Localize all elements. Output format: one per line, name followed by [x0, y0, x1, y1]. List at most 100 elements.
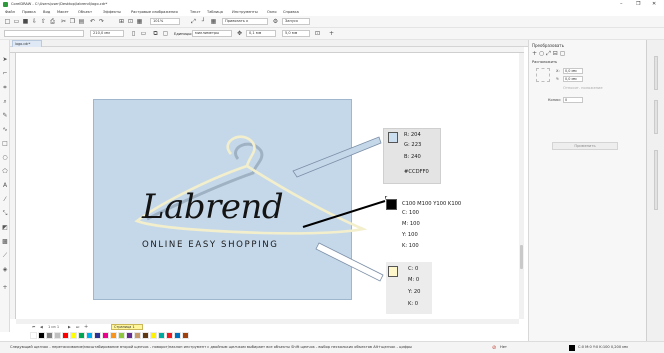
minimize-button[interactable]: – — [620, 1, 623, 7]
palette-swatch[interactable] — [54, 332, 61, 339]
interactive-fill-icon[interactable]: ◈ — [1, 266, 9, 274]
palette-swatch[interactable] — [78, 332, 85, 339]
palette-swatch[interactable] — [38, 332, 45, 339]
palette-swatch[interactable] — [126, 332, 133, 339]
close-button[interactable]: ✕ — [652, 1, 656, 7]
publish-pdf-icon[interactable]: ▦ — [136, 18, 143, 25]
duplicate-distance-x-field[interactable]: 5,0 мм — [282, 30, 310, 37]
nudge-distance-field[interactable]: 0,1 мм — [246, 30, 276, 37]
portrait-icon[interactable]: ▯ — [130, 30, 137, 37]
palette-swatch[interactable] — [134, 332, 141, 339]
options-icon[interactable]: ⚙ — [272, 18, 279, 25]
palette-swatch[interactable] — [166, 332, 173, 339]
menu-window[interactable]: Окно — [267, 10, 277, 14]
add-tool-icon[interactable]: + — [1, 284, 9, 292]
palette-swatch[interactable] — [46, 332, 53, 339]
import-file-icon[interactable]: ⊞ — [118, 18, 125, 25]
first-page-icon[interactable]: ⏮ — [32, 325, 35, 329]
polygon-tool-icon[interactable]: ⬠ — [1, 168, 9, 176]
export-icon[interactable]: ⇧ — [40, 18, 47, 25]
last-page-icon[interactable]: ⏭ — [76, 325, 79, 329]
page-width-field[interactable]: 210,0 мм — [90, 30, 124, 37]
freehand-tool-icon[interactable]: ✎ — [1, 112, 9, 120]
menu-file[interactable]: Файл — [5, 10, 15, 14]
palette-swatch[interactable] — [110, 332, 117, 339]
palette-swatch[interactable] — [30, 332, 37, 339]
units-dropdown[interactable]: миллиметры — [192, 30, 232, 37]
menu-tools[interactable]: Инструменты — [232, 10, 258, 14]
export-file-icon[interactable]: ⊡ — [127, 18, 134, 25]
redo-icon[interactable]: ↷ — [98, 18, 105, 25]
connector-tool-icon[interactable]: ⤡ — [1, 210, 9, 218]
add-icon[interactable]: + — [328, 30, 335, 37]
undo-icon[interactable]: ↶ — [89, 18, 96, 25]
document-tab[interactable]: logo.cdr* — [12, 40, 42, 47]
full-screen-icon[interactable]: ⤢ — [190, 18, 197, 25]
grid-icon[interactable]: ▦ — [210, 18, 217, 25]
apply-button[interactable]: Применить — [552, 142, 618, 150]
docker-tab-transform[interactable] — [654, 150, 658, 210]
copy-icon[interactable]: ❐ — [69, 18, 76, 25]
rulers-icon[interactable]: ┘ — [200, 18, 207, 25]
relative-position-checkbox[interactable]: Относит. положение — [563, 86, 603, 90]
vertical-scrollbar[interactable] — [519, 53, 524, 319]
cut-icon[interactable]: ✂ — [60, 18, 67, 25]
palette-swatch[interactable] — [94, 332, 101, 339]
copies-field[interactable]: 0 — [563, 97, 583, 103]
palette-swatch[interactable] — [142, 332, 149, 339]
menu-effects[interactable]: Эффекты — [103, 10, 121, 14]
menu-object[interactable]: Объект — [78, 10, 92, 14]
menu-help[interactable]: Справка — [283, 10, 299, 14]
shape-tool-icon[interactable]: ⌐ — [1, 70, 9, 78]
print-icon[interactable]: ⎙ — [49, 18, 56, 25]
pick-tool-icon[interactable]: ➤ — [1, 56, 9, 64]
menu-table[interactable]: Таблица — [207, 10, 223, 14]
docker-tab-object-properties[interactable] — [654, 100, 658, 134]
position-x-field[interactable]: 0,0 мм — [563, 68, 583, 74]
all-pages-icon[interactable]: ⧉ — [152, 30, 159, 37]
palette-swatch[interactable] — [62, 332, 69, 339]
save-icon[interactable]: ■ — [22, 18, 29, 25]
current-page-icon[interactable]: ▢ — [162, 30, 169, 37]
zoom-tool-icon[interactable]: ⌕ — [1, 98, 9, 106]
paste-icon[interactable]: ▤ — [78, 18, 85, 25]
ellipse-tool-icon[interactable]: ○ — [1, 154, 9, 162]
crop-tool-icon[interactable]: ⌗ — [1, 84, 9, 92]
eyedropper-tool-icon[interactable]: ⟋ — [1, 252, 9, 260]
drop-shadow-icon[interactable]: ◩ — [1, 224, 9, 232]
palette-swatch[interactable] — [158, 332, 165, 339]
snap-to-dropdown[interactable]: Привязать к — [222, 18, 268, 25]
menu-text[interactable]: Текст — [190, 10, 201, 14]
palette-swatch[interactable] — [70, 332, 77, 339]
palette-swatch[interactable] — [174, 332, 181, 339]
add-page-icon[interactable]: + — [84, 324, 88, 330]
menu-view[interactable]: Вид — [43, 10, 50, 14]
palette-swatch[interactable] — [102, 332, 109, 339]
vertical-scroll-thumb[interactable] — [520, 245, 523, 269]
launch-dropdown[interactable]: Запуск — [282, 18, 310, 25]
menu-layout[interactable]: Макет — [57, 10, 69, 14]
text-tool-icon[interactable]: A — [1, 182, 9, 190]
parallel-dimension-icon[interactable]: ⁄ — [1, 196, 9, 204]
transparency-tool-icon[interactable]: ▩ — [1, 238, 9, 246]
open-icon[interactable]: ▭ — [13, 18, 20, 25]
import-icon[interactable]: ⇩ — [31, 18, 38, 25]
position-y-field[interactable]: 0,0 мм — [563, 76, 583, 82]
landscape-icon[interactable]: ▭ — [140, 30, 147, 37]
transform-mode-icons[interactable]: + ○ ⤢ ⊟ ▢ — [532, 50, 565, 58]
anchor-grid[interactable] — [536, 68, 550, 82]
next-page-icon[interactable]: ▶ — [68, 325, 71, 329]
zoom-level-field[interactable]: 101% — [150, 18, 180, 25]
palette-swatch[interactable] — [118, 332, 125, 339]
restore-button[interactable]: ❐ — [636, 1, 640, 7]
prev-page-icon[interactable]: ◀ — [40, 325, 43, 329]
page-tab[interactable]: Страница 1 — [111, 324, 143, 330]
artistic-media-icon[interactable]: ∿ — [1, 126, 9, 134]
palette-swatch[interactable] — [86, 332, 93, 339]
new-document-icon[interactable]: □ — [4, 18, 11, 25]
palette-swatch[interactable] — [182, 332, 189, 339]
rectangle-tool-icon[interactable]: □ — [1, 140, 9, 148]
docker-tab-hints[interactable] — [654, 56, 658, 90]
menu-edit[interactable]: Правка — [22, 10, 36, 14]
page-options-icon[interactable]: ⊡ — [314, 30, 321, 37]
